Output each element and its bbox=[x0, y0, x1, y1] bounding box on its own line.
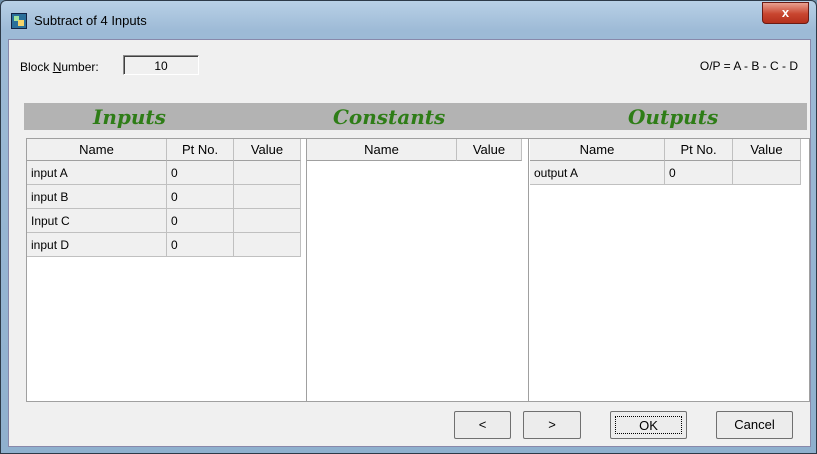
prev-button[interactable]: < bbox=[454, 411, 511, 439]
inputs-header-name[interactable]: Name bbox=[27, 139, 167, 161]
tables-area: Name Pt No. Value input A 0 input B 0 In… bbox=[26, 138, 810, 402]
ok-button-label: OK bbox=[615, 416, 682, 434]
section-banner: Inputs Constants Outputs bbox=[24, 103, 807, 130]
formula-text: O/P = A - B - C - D bbox=[699, 59, 798, 73]
table-row-pt[interactable]: 0 bbox=[167, 185, 234, 209]
inputs-header-value[interactable]: Value bbox=[234, 139, 301, 161]
ok-button[interactable]: OK bbox=[610, 411, 687, 439]
app-icon bbox=[11, 13, 27, 29]
outputs-table: Name Pt No. Value output A 0 bbox=[530, 139, 809, 401]
inputs-header-pt[interactable]: Pt No. bbox=[167, 139, 234, 161]
table-row-pt[interactable]: 0 bbox=[167, 161, 234, 185]
dialog-window: Subtract of 4 Inputs x Block Number: 10 … bbox=[0, 0, 817, 454]
constants-header-value[interactable]: Value bbox=[457, 139, 522, 161]
outputs-header-value[interactable]: Value bbox=[733, 139, 801, 161]
next-button[interactable]: > bbox=[523, 411, 581, 439]
constants-heading: Constants bbox=[333, 105, 446, 129]
table-row-value[interactable] bbox=[234, 233, 301, 257]
table-row-value[interactable] bbox=[234, 185, 301, 209]
table-row-pt[interactable]: 0 bbox=[167, 209, 234, 233]
table-row-name[interactable]: output A bbox=[530, 161, 665, 185]
table-row-name[interactable]: input D bbox=[27, 233, 167, 257]
outputs-header-pt[interactable]: Pt No. bbox=[665, 139, 733, 161]
cancel-button[interactable]: Cancel bbox=[716, 411, 793, 439]
close-button[interactable]: x bbox=[762, 2, 809, 24]
outputs-heading: Outputs bbox=[628, 105, 719, 129]
block-number-label: Block Number: bbox=[20, 60, 99, 74]
table-row-name[interactable]: input A bbox=[27, 161, 167, 185]
table-row-value[interactable] bbox=[234, 209, 301, 233]
table-row-pt[interactable]: 0 bbox=[167, 233, 234, 257]
table-row-value[interactable] bbox=[733, 161, 801, 185]
dialog-body: Block Number: 10 O/P = A - B - C - D Inp… bbox=[8, 39, 811, 447]
block-label-prefix: Block bbox=[20, 60, 53, 74]
block-number-field[interactable]: 10 bbox=[123, 55, 199, 75]
constants-header-name[interactable]: Name bbox=[307, 139, 457, 161]
inputs-heading: Inputs bbox=[93, 105, 166, 129]
table-row-name[interactable]: input B bbox=[27, 185, 167, 209]
outputs-header-name[interactable]: Name bbox=[530, 139, 665, 161]
table-row-pt[interactable]: 0 bbox=[665, 161, 733, 185]
title-bar[interactable]: Subtract of 4 Inputs x bbox=[1, 1, 816, 39]
table-row-value[interactable] bbox=[234, 161, 301, 185]
inputs-table: Name Pt No. Value input A 0 input B 0 In… bbox=[27, 139, 307, 401]
table-row-name[interactable]: Input C bbox=[27, 209, 167, 233]
block-label-suffix: umber: bbox=[61, 60, 99, 74]
constants-table: Name Value bbox=[307, 139, 529, 401]
window-title: Subtract of 4 Inputs bbox=[34, 13, 147, 28]
